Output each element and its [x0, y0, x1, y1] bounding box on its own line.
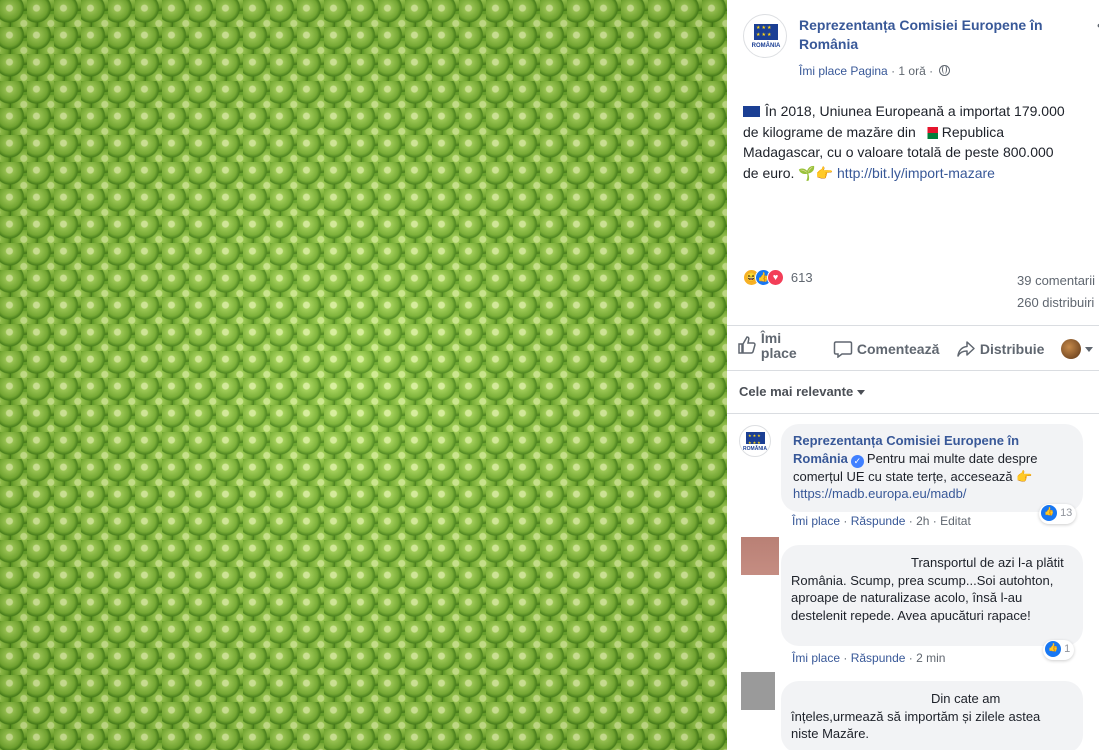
post-text: În 2018, Uniunea Europeană a importat 17…: [743, 101, 1099, 183]
redacted-author[interactable]: [791, 553, 911, 567]
share-button[interactable]: Distribuie: [956, 340, 1044, 361]
comments-count-link[interactable]: 39 comentarii: [1017, 270, 1099, 292]
comment-reactions[interactable]: 👍 1: [1043, 640, 1075, 660]
shares-count-link[interactable]: 260 distribuiri: [1017, 292, 1099, 314]
comment-like-link[interactable]: Îmi place: [792, 651, 840, 665]
meta-separator: ·: [929, 64, 934, 78]
share-icon: [956, 340, 976, 361]
avatar-label: ROMÂNIA: [751, 43, 781, 49]
comment-reactions[interactable]: 👍 13: [1039, 504, 1077, 524]
comment-time[interactable]: 2 min: [916, 651, 945, 665]
post-time[interactable]: 1 oră: [898, 64, 925, 78]
meta-separator: ·: [891, 64, 896, 78]
comment-like-link[interactable]: Îmi place: [792, 514, 840, 528]
sort-label: Cele mai relevante: [739, 384, 854, 399]
post-text-line: de euro. 🌱👉: [743, 164, 834, 181]
comment-actions: Îmi place · Răspunde · 2 min: [792, 651, 946, 665]
redacted-author[interactable]: [791, 689, 931, 703]
eu-flag-emoji-icon: [743, 106, 760, 117]
comment-button[interactable]: Comentează: [833, 340, 939, 361]
reactions-summary[interactable]: 😆👍 ♥ 613: [743, 268, 813, 290]
chevron-down-icon: [1085, 346, 1093, 352]
like-reaction-icon: 👍: [1041, 505, 1057, 521]
post-text-line: Madagascar, cu o valoare totală de peste…: [743, 144, 1054, 160]
comment-bubble: Transportul de azi l-a plătit România. S…: [781, 545, 1083, 646]
photo-shading: [0, 0, 727, 750]
chevron-down-icon: [857, 390, 866, 396]
share-label: Distribuie: [979, 341, 1045, 358]
post-header: ROMÂNIA Reprezentanța Comisiei Europene …: [743, 14, 1099, 84]
divider: [727, 413, 1099, 414]
post-text-line: În 2018, Uniunea Europeană a importat 17…: [765, 103, 1065, 119]
comment-reaction-count: 1: [1064, 642, 1071, 655]
comment-icon: [833, 340, 853, 361]
verified-badge-icon: ✓: [850, 454, 864, 468]
comment-actions: Îmi place · Răspunde · 2h · Editat: [792, 514, 971, 528]
comment-avatar[interactable]: [741, 537, 779, 575]
react-as-selector[interactable]: [1061, 339, 1093, 359]
comment-reply-link[interactable]: Răspunde: [851, 651, 906, 665]
post-actions-bar: Îmi place Comentează Distribuie: [727, 325, 1099, 371]
eu-flag-icon: [754, 24, 778, 40]
comment-reply-link[interactable]: Răspunde: [851, 514, 906, 528]
page-avatar[interactable]: ROMÂNIA: [743, 14, 787, 58]
comment-avatar[interactable]: ROMÂNIA: [739, 425, 771, 457]
comment-time[interactable]: 2h: [916, 514, 929, 528]
like-reaction-icon: 👍: [1045, 641, 1061, 657]
post-side-panel: ROMÂNIA Reprezentanța Comisiei Europene …: [727, 0, 1099, 750]
post-photo[interactable]: [0, 0, 727, 750]
engagement-counts: 39 comentarii 260 distribuiri: [1017, 270, 1099, 314]
like-page-link[interactable]: Îmi place Pagina: [799, 64, 888, 78]
globe-icon: [939, 65, 951, 76]
comment-label: Comentează: [856, 341, 940, 358]
post-link[interactable]: http://bit.ly/import-mazare: [837, 165, 995, 181]
like-button[interactable]: Îmi place: [737, 331, 806, 361]
like-label: Îmi place: [760, 330, 797, 361]
post-meta: Îmi place Pagina · 1 oră ·: [799, 64, 951, 78]
comment-link[interactable]: https://madb.europa.eu/madb/: [793, 486, 966, 501]
page-name-link[interactable]: Reprezentanța Comisiei Europene în Român…: [799, 16, 1099, 54]
post-text-line: de kilograme de mazăre din: [743, 123, 916, 140]
comment-bubble: Din cate am înțeles,urmează să importăm …: [781, 681, 1083, 750]
eu-flag-icon: [746, 432, 765, 445]
comment-avatar[interactable]: [741, 672, 775, 710]
comment-edited[interactable]: Editat: [940, 514, 971, 528]
user-avatar: [1061, 339, 1081, 359]
comment-reaction-count: 13: [1060, 506, 1073, 519]
reaction-count: 613: [790, 269, 813, 285]
avatar-label: ROMÂNIA: [743, 446, 767, 452]
comment-sort-dropdown[interactable]: Cele mai relevante: [739, 384, 866, 399]
comment-bubble: Reprezentanța Comisiei Europene în Român…: [781, 424, 1083, 512]
post-text-line: Republica: [941, 123, 1005, 140]
thumbs-up-icon: [737, 335, 757, 358]
love-reaction-icon: ♥: [767, 268, 784, 286]
madagascar-flag-emoji-icon: [921, 126, 938, 139]
